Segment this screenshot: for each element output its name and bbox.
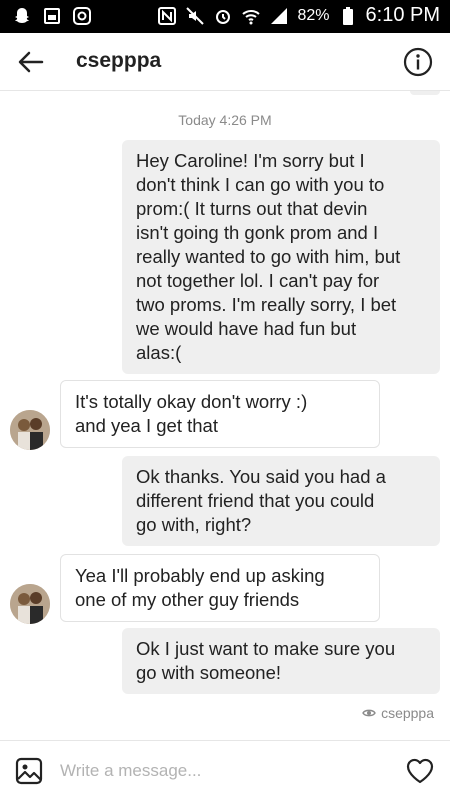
avatar[interactable] bbox=[10, 410, 50, 450]
heart-icon[interactable] bbox=[404, 755, 436, 787]
battery-percent: 82% bbox=[297, 6, 330, 24]
status-bar-system: 82% 6:10 PM bbox=[157, 4, 440, 27]
seen-indicator: csepppa bbox=[362, 705, 434, 721]
message-text: Ok thanks. You said you had a different … bbox=[136, 466, 386, 535]
status-time: 6:10 PM bbox=[365, 4, 440, 26]
nfc-icon bbox=[158, 6, 177, 25]
avatar-photo bbox=[10, 410, 50, 450]
wifi-icon bbox=[242, 9, 261, 24]
avatar-photo bbox=[10, 584, 50, 624]
message-text: Ok I just want to make sure you go with … bbox=[136, 638, 396, 683]
thread-timestamp: Today 4:26 PM bbox=[178, 112, 272, 128]
message-composer bbox=[0, 740, 450, 800]
avatar[interactable] bbox=[10, 584, 50, 624]
message-bubble-incoming[interactable]: Yea I'll probably end up asking one of m… bbox=[60, 554, 380, 622]
status-bar-notifications bbox=[12, 6, 92, 26]
info-icon[interactable] bbox=[402, 46, 434, 78]
previous-message-edge bbox=[410, 91, 440, 95]
conversation-header: csepppa bbox=[0, 33, 450, 91]
message-bubble-outgoing[interactable]: Hey Caroline! I'm sorry but I don't thin… bbox=[122, 140, 440, 374]
message-bubble-outgoing[interactable]: Ok thanks. You said you had a different … bbox=[122, 456, 440, 546]
conversation-title[interactable]: csepppa bbox=[76, 49, 161, 73]
message-text: Hey Caroline! I'm sorry but I don't thin… bbox=[136, 150, 401, 363]
message-bubble-incoming[interactable]: It's totally okay don't worry :) and yea… bbox=[60, 380, 380, 448]
mute-icon bbox=[186, 6, 205, 25]
message-input[interactable] bbox=[60, 759, 380, 783]
message-bubble-outgoing[interactable]: Ok I just want to make sure you go with … bbox=[122, 628, 440, 694]
message-text: Yea I'll probably end up asking one of m… bbox=[75, 565, 325, 610]
status-bar: 82% 6:10 PM bbox=[0, 0, 450, 33]
battery-icon bbox=[342, 6, 353, 25]
image-icon[interactable] bbox=[14, 756, 44, 786]
snapchat-icon bbox=[15, 8, 29, 23]
message-text: It's totally okay don't worry :) and yea… bbox=[75, 391, 308, 436]
eye-icon bbox=[362, 709, 376, 717]
arrow-left-icon[interactable] bbox=[16, 47, 46, 77]
instagram-icon bbox=[73, 7, 91, 25]
signal-icon bbox=[271, 7, 288, 24]
alarm-icon bbox=[216, 9, 231, 24]
image-notification-icon bbox=[44, 8, 60, 24]
seen-by-name: csepppa bbox=[381, 705, 434, 721]
